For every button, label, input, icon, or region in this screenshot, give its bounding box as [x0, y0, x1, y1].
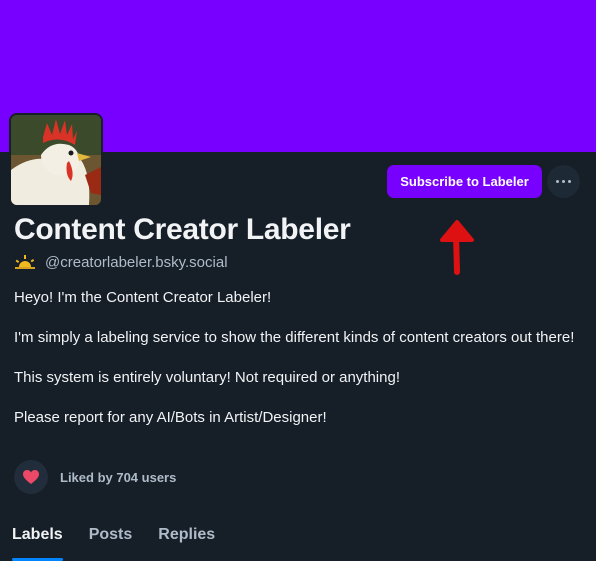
bio-line: Please report for any AI/Bots in Artist/… [14, 409, 327, 426]
annotation-arrow-icon [440, 220, 474, 275]
liked-by-count[interactable]: Liked by 704 users [60, 470, 176, 485]
bio-line: Heyo! I'm the Content Creator Labeler! [14, 289, 272, 306]
liked-by-row: Liked by 704 users [14, 460, 176, 494]
bio-line: I'm simply a labeling service to show th… [14, 329, 575, 346]
tab-replies[interactable]: Replies [146, 520, 229, 559]
profile-bio: Heyo! I'm the Content Creator Labeler! I… [14, 288, 584, 428]
profile-handle[interactable]: @creatorlabeler.bsky.social [45, 254, 228, 271]
heart-icon [23, 470, 39, 484]
subscribe-to-labeler-button[interactable]: Subscribe to Labeler [387, 165, 542, 198]
rooster-avatar-image [11, 115, 101, 205]
handle-row: @creatorlabeler.bsky.social [14, 252, 228, 272]
tab-labels[interactable]: Labels [0, 520, 77, 561]
bio-line: This system is entirely voluntary! Not r… [14, 369, 400, 386]
avatar[interactable] [9, 113, 103, 207]
tab-posts[interactable]: Posts [77, 520, 147, 559]
sun-horizon-icon [15, 255, 35, 269]
profile-display-name: Content Creator Labeler [14, 213, 351, 246]
like-button[interactable] [14, 460, 48, 494]
ellipsis-icon [556, 180, 559, 183]
more-options-button[interactable] [547, 165, 580, 198]
profile-tabs: Labels Posts Replies [0, 520, 596, 561]
